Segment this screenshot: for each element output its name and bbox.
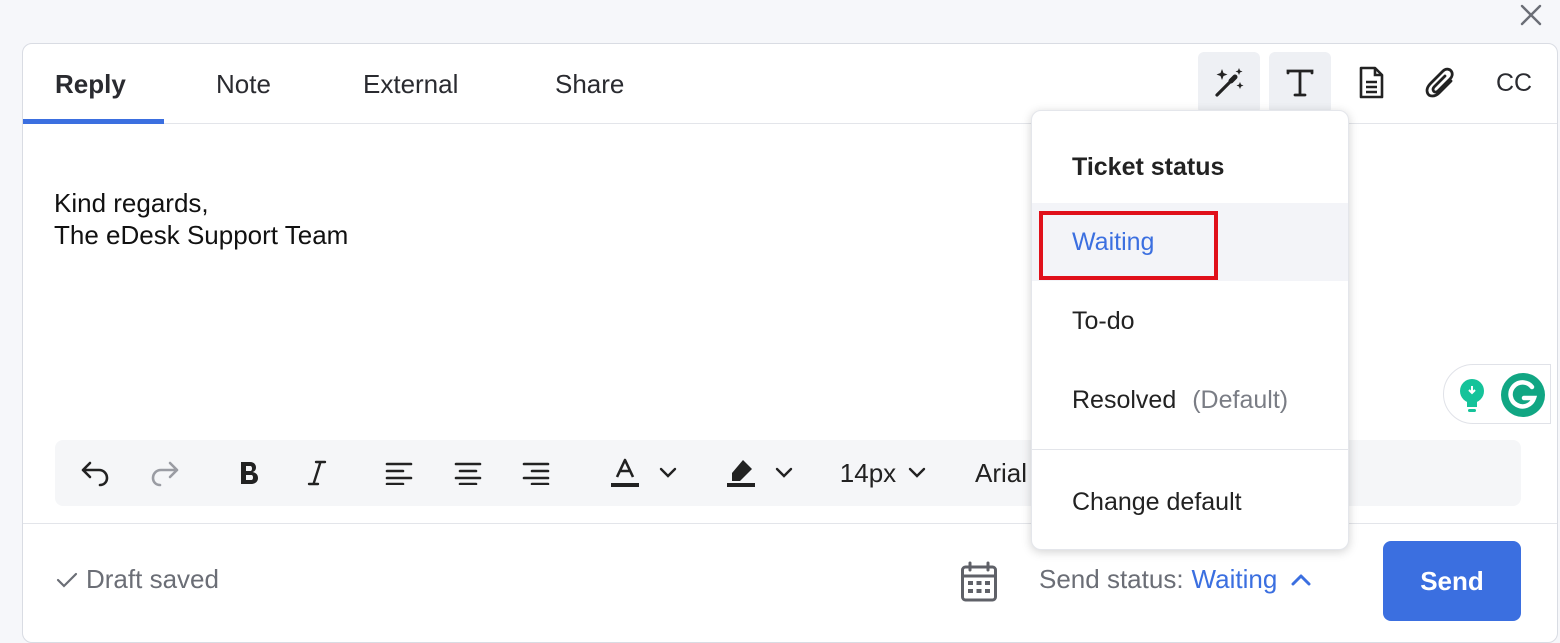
- tab-share[interactable]: Share: [555, 44, 624, 124]
- grammarly-icon: [1501, 373, 1545, 417]
- font-size-dropdown[interactable]: 14px: [833, 440, 933, 506]
- status-option-label: Waiting: [1072, 227, 1155, 256]
- chevron-down-icon: [659, 467, 677, 478]
- grammarly-widget[interactable]: [1443, 364, 1551, 424]
- italic-button[interactable]: [299, 440, 335, 506]
- highlight-color-dropdown[interactable]: [717, 440, 801, 506]
- magic-wand-icon: [1215, 68, 1244, 97]
- close-icon: [1520, 4, 1542, 26]
- lightbulb-icon: [1460, 379, 1484, 412]
- ticket-status-menu: Ticket status Waiting To-do Resolved (De…: [1031, 110, 1349, 550]
- menu-divider: [1032, 449, 1348, 450]
- italic-icon: [307, 460, 327, 486]
- ticket-status-title: Ticket status: [1072, 153, 1225, 181]
- active-tab-indicator: [23, 119, 164, 124]
- status-option-waiting[interactable]: Waiting: [1032, 203, 1348, 281]
- chevron-down-icon: [775, 467, 793, 478]
- bold-icon: [241, 462, 258, 484]
- chevron-down-icon: [908, 467, 926, 478]
- change-default-option[interactable]: Change default: [1032, 463, 1348, 541]
- tab-note[interactable]: Note: [216, 44, 271, 124]
- align-center-icon: [454, 462, 482, 485]
- tab-external[interactable]: External: [363, 44, 458, 124]
- change-default-label: Change default: [1072, 487, 1242, 516]
- ai-assist-button[interactable]: [1198, 52, 1260, 114]
- draft-status-text: Draft saved: [86, 564, 219, 594]
- font-size-value: 14px: [839, 457, 897, 488]
- cc-button[interactable]: CC: [1483, 52, 1545, 114]
- align-right-button[interactable]: [518, 440, 554, 506]
- tab-reply[interactable]: Reply: [55, 44, 126, 124]
- chevron-up-icon: [1291, 574, 1311, 585]
- highlighter-icon: [727, 460, 755, 487]
- undo-button[interactable]: [75, 440, 115, 506]
- send-status-label: Send status:: [1039, 564, 1184, 594]
- status-option-resolved[interactable]: Resolved (Default): [1032, 361, 1348, 439]
- message-body[interactable]: Kind regards, The eDesk Support Team: [54, 187, 348, 251]
- align-left-icon: [385, 462, 413, 485]
- send-status-value: Waiting: [1191, 564, 1278, 594]
- schedule-button[interactable]: [958, 559, 1000, 605]
- text-color-dropdown[interactable]: [601, 440, 685, 506]
- status-option-label: To-do: [1072, 306, 1135, 335]
- close-button[interactable]: [1512, 0, 1550, 30]
- align-left-button[interactable]: [381, 440, 417, 506]
- draft-status: Draft saved: [56, 564, 219, 595]
- paperclip-icon: [1425, 67, 1454, 98]
- default-tag: (Default): [1192, 385, 1289, 414]
- document-icon: [1359, 66, 1384, 99]
- text-format-button[interactable]: [1269, 52, 1331, 114]
- undo-icon: [81, 461, 109, 487]
- status-option-label: Resolved: [1072, 385, 1177, 414]
- bold-button[interactable]: [231, 440, 267, 506]
- text-format-icon: [1286, 69, 1314, 97]
- redo-button[interactable]: [145, 440, 185, 506]
- align-center-button[interactable]: [450, 440, 486, 506]
- send-status-toggle[interactable]: Send status: Waiting: [1039, 564, 1311, 595]
- font-family-value: Arial: [975, 457, 1028, 488]
- status-option-todo[interactable]: To-do: [1032, 282, 1348, 360]
- template-button[interactable]: [1340, 52, 1402, 114]
- text-color-icon: [611, 458, 639, 487]
- redo-icon: [151, 461, 179, 487]
- attach-button[interactable]: [1410, 52, 1472, 114]
- calendar-icon: [961, 561, 997, 602]
- check-icon: [56, 572, 78, 588]
- align-right-icon: [522, 462, 550, 485]
- send-button[interactable]: Send: [1383, 541, 1521, 621]
